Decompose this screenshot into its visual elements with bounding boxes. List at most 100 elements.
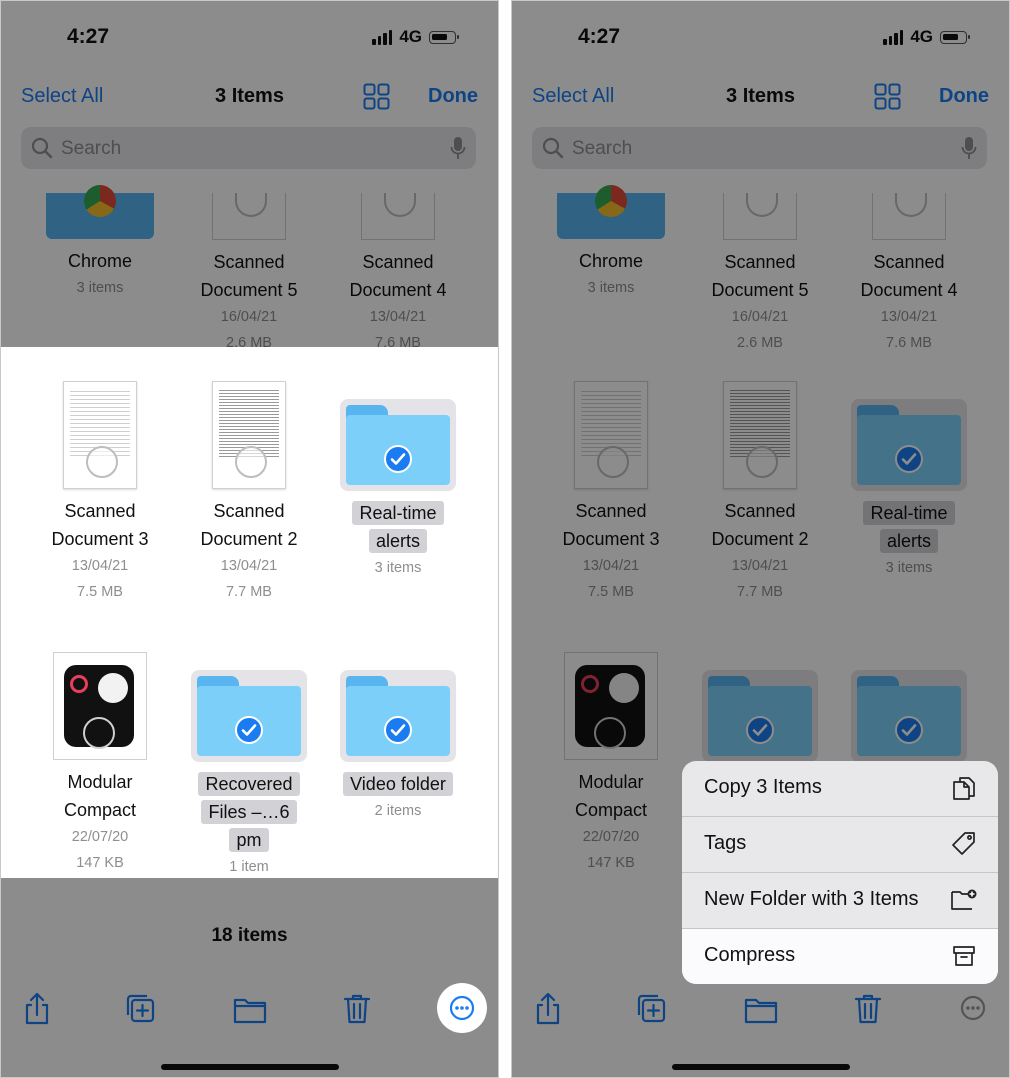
select-all-button[interactable]: Select All — [532, 85, 614, 108]
file-item-real-time-alerts[interactable]: Real-time alerts 3 items — [834, 399, 984, 581]
menu-item-tags[interactable]: Tags — [682, 817, 998, 873]
file-meta: 13/04/21 — [369, 309, 427, 325]
progress-circle-icon — [594, 717, 626, 749]
status-time: 4:27 — [578, 25, 621, 48]
file-meta: 22/07/20 — [582, 829, 640, 845]
microphone-icon[interactable] — [961, 136, 977, 160]
duplicate-icon[interactable] — [632, 989, 672, 1029]
file-item-video-folder[interactable] — [834, 670, 984, 762]
home-indicator[interactable] — [161, 1064, 339, 1070]
file-item-scanned-document-4[interactable]: Scanned Document 4 13/04/21 7.6 MB — [834, 193, 984, 356]
share-icon[interactable] — [528, 989, 568, 1029]
duplicate-icon[interactable] — [121, 989, 161, 1029]
file-item-real-time-alerts[interactable]: Real-time alerts 3 items — [323, 399, 473, 581]
document-thumbnail — [212, 193, 286, 240]
file-item-modular-compact[interactable]: Modular Compact 22/07/20 147 KB — [25, 652, 175, 876]
file-meta: 13/04/21 — [220, 558, 278, 574]
document-thumbnail — [574, 381, 648, 489]
grid-view-icon[interactable] — [874, 83, 901, 110]
menu-item-label: Tags — [704, 832, 747, 854]
document-thumbnail — [872, 193, 946, 240]
file-meta: 7.7 MB — [226, 584, 272, 600]
status-time: 4:27 — [67, 25, 110, 48]
menu-item-label: Compress — [704, 944, 796, 966]
select-all-button[interactable]: Select All — [21, 85, 103, 108]
search-input[interactable]: Search — [532, 127, 987, 169]
file-meta: 2.6 MB — [737, 335, 783, 351]
menu-item-compress[interactable]: Compress — [682, 929, 998, 984]
file-meta: 13/04/21 — [731, 558, 789, 574]
file-item-scanned-document-3[interactable]: Scanned Document 3 13/04/21 7.5 MB — [25, 381, 175, 605]
file-meta: 3 items — [374, 560, 422, 576]
copy-icon — [950, 774, 978, 802]
done-button[interactable]: Done — [939, 85, 989, 108]
share-icon[interactable] — [17, 989, 57, 1029]
chrome-logo-icon — [595, 185, 627, 217]
file-meta: 1 item — [229, 859, 269, 875]
image-thumbnail — [564, 652, 658, 760]
file-name: Scanned Document 5 — [711, 252, 809, 300]
search-input[interactable]: Search — [21, 127, 476, 169]
more-button-highlight[interactable] — [437, 983, 487, 1033]
file-meta: 7.6 MB — [375, 335, 421, 351]
trash-icon[interactable] — [337, 989, 377, 1029]
folder-icon — [851, 399, 967, 491]
home-indicator[interactable] — [672, 1064, 850, 1070]
file-name: Chrome — [578, 251, 644, 271]
file-meta: 13/04/21 — [880, 309, 938, 325]
new-folder-icon — [950, 886, 978, 914]
grid-view-icon[interactable] — [363, 83, 390, 110]
file-item-chrome[interactable]: Chrome 3 items — [25, 185, 175, 301]
folder-icon[interactable] — [741, 989, 781, 1029]
file-meta: 7.7 MB — [737, 584, 783, 600]
menu-item-new-folder[interactable]: New Folder with 3 Items — [682, 873, 998, 929]
file-item-scanned-document-5[interactable]: Scanned Document 5 16/04/21 2.6 MB — [685, 193, 835, 356]
file-item-scanned-document-3[interactable]: Scanned Document 3 13/04/21 7.5 MB — [536, 381, 686, 605]
progress-circle-icon — [235, 193, 267, 217]
folder-icon[interactable] — [230, 989, 270, 1029]
folder-icon — [557, 185, 665, 239]
file-item-video-folder[interactable]: Video folder 2 items — [323, 670, 473, 824]
progress-circle-icon — [86, 446, 118, 478]
menu-item-label: Copy 3 Items — [704, 776, 822, 798]
file-item-recovered-files[interactable] — [685, 670, 835, 762]
file-name: Scanned Document 3 — [51, 501, 149, 549]
document-thumbnail — [361, 193, 435, 240]
file-item-scanned-document-4[interactable]: Scanned Document 4 13/04/21 7.6 MB — [323, 193, 473, 356]
phone-screen-left: 4:27 4G Select All 3 Items Done Search C… — [0, 0, 499, 1078]
file-item-scanned-document-2[interactable]: Scanned Document 2 13/04/21 7.7 MB — [685, 381, 835, 605]
file-item-scanned-document-2[interactable]: Scanned Document 2 13/04/21 7.7 MB — [174, 381, 324, 605]
tag-icon — [950, 830, 978, 858]
more-button[interactable] — [948, 983, 998, 1033]
menu-item-copy[interactable]: Copy 3 Items — [682, 761, 998, 817]
more-icon — [449, 995, 475, 1021]
file-meta: 2 items — [374, 803, 422, 819]
signal-icon — [883, 29, 904, 45]
file-name: Scanned Document 4 — [860, 252, 958, 300]
checkmark-icon — [235, 716, 263, 744]
battery-icon — [429, 30, 459, 44]
trash-icon[interactable] — [848, 989, 888, 1029]
file-meta: 7.5 MB — [77, 584, 123, 600]
battery-icon — [940, 30, 970, 44]
bottom-toolbar — [512, 983, 1009, 1035]
file-name: Video folder — [323, 770, 473, 798]
document-thumbnail — [63, 381, 137, 489]
document-thumbnail — [723, 381, 797, 489]
file-item-scanned-document-5[interactable]: Scanned Document 5 16/04/21 2.6 MB — [174, 193, 324, 356]
file-item-recovered-files[interactable]: Recovered Files –…6 pm 1 item — [174, 670, 324, 880]
file-item-modular-compact[interactable]: Modular Compact 22/07/20 147 KB — [536, 652, 686, 876]
microphone-icon[interactable] — [450, 136, 466, 160]
file-item-chrome[interactable]: Chrome 3 items — [536, 185, 686, 301]
file-name: Scanned Document 3 — [562, 501, 660, 549]
progress-circle-icon — [235, 446, 267, 478]
file-name: Recovered Files –…6 pm — [194, 770, 304, 854]
checkmark-icon — [895, 445, 923, 473]
done-button[interactable]: Done — [428, 85, 478, 108]
file-meta: 147 KB — [587, 855, 635, 871]
document-thumbnail — [212, 381, 286, 489]
network-type: 4G — [910, 27, 933, 46]
file-meta: 13/04/21 — [71, 558, 129, 574]
folder-icon — [340, 670, 456, 762]
search-placeholder: Search — [572, 138, 633, 159]
